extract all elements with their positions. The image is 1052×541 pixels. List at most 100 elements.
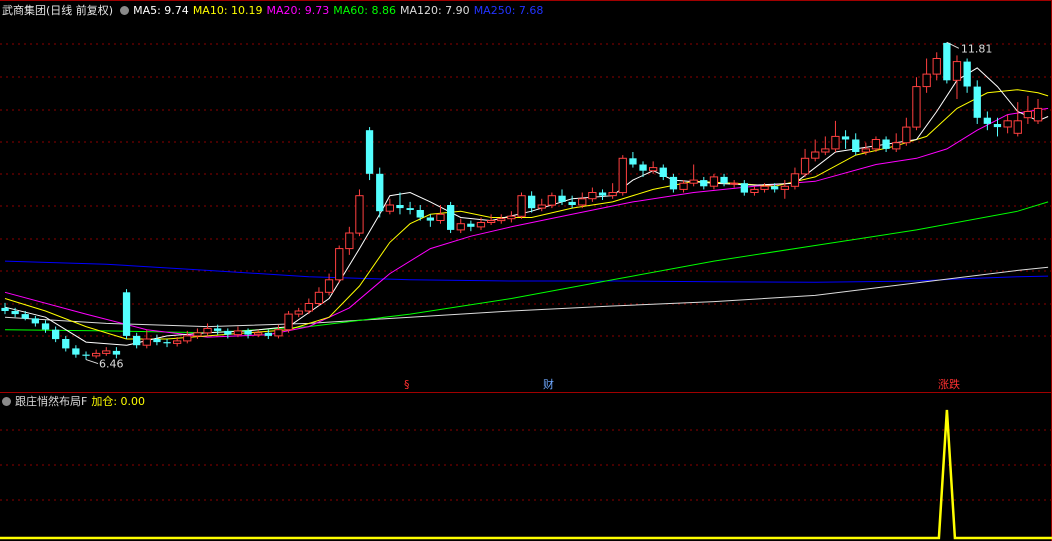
candle-body-up [355,195,364,234]
candle-body-down [983,117,991,124]
candle-body-down [153,339,161,343]
candle-body-down [943,42,951,81]
candle-body-up [831,135,840,150]
candle-body-up [314,291,324,304]
candle-body-up [304,303,314,312]
candle-body-up [547,195,557,206]
ma10-label: MA10: 10.19 [192,4,263,17]
candle-body-down [163,342,171,344]
candle-body-up [871,139,881,150]
candle-body-down [993,124,1002,128]
candle-body-up [203,327,212,334]
candle-body-up [476,222,486,228]
candle-body-up [142,338,151,346]
candle-body-down [882,139,890,149]
candle-body-up [811,151,820,159]
candle-body-up [335,248,344,281]
candle-body-down [528,195,536,209]
candle-body-down [376,173,384,212]
candle-body-up [730,182,739,185]
candle-body-down [31,318,39,324]
candle-body-down [720,176,728,184]
candle-body-up [861,148,871,153]
ma60-label: MA60: 8.86 [333,4,396,17]
event-marker-zhangdie: 涨跌 [938,377,960,391]
candle-body-up [821,148,830,153]
candle-body-up [324,279,334,293]
ma120-line [4,266,1049,328]
candle-body-down [416,210,424,218]
candle-body-up [173,340,182,344]
indicator-legend: 跟庄悄然布局F 加仓: 0.00 [2,395,149,409]
candle-body-up [294,310,303,315]
candle-body-down [1,307,9,311]
candle-body-up [497,218,506,222]
indicator-title: 跟庄悄然布局F [15,395,88,408]
indicator-value: 加仓: 0.00 [91,395,146,408]
event-marker-s: § [404,378,410,391]
candle-body-up [679,182,688,190]
candle-body-up [102,350,111,354]
candle-body-down [214,328,222,331]
candle-body-up [608,192,617,197]
candle-body-down [406,208,414,210]
candle-body-up [800,157,810,175]
high-price-label: 11.81 [961,42,993,55]
candle-body-down [568,201,576,205]
candle-body-down [740,183,748,193]
candle-body-down [771,186,779,190]
candle-body-down [396,205,404,209]
candle-body-down [112,350,121,355]
indicator-settings-icon[interactable] [2,397,11,406]
candle-body-down [21,314,29,319]
low-arrow [85,359,99,365]
candle-body-up [649,167,658,172]
candle-body-up [284,313,293,331]
candle-body-up [456,223,465,231]
candle-body-down [52,329,60,340]
candle-body-down [973,86,981,118]
candle-body-up [233,330,243,336]
candle-body-up [780,185,790,190]
candle-body-down [122,292,131,336]
candle-body-up [578,198,587,206]
candle-body-down [224,330,232,335]
candle-body-down [133,335,141,346]
candle-body-up [618,157,627,194]
candle-body-up [760,185,769,190]
candle-body-down [447,205,455,230]
candle-body-up [507,215,516,220]
candle-body-down [426,217,434,221]
ma250-label: MA250: 7.68 [473,4,544,17]
candle-body-down [82,354,90,356]
candle-body-down [11,311,19,315]
candle-body-up [436,213,445,222]
candle-body-down [963,61,971,87]
ma250-line [4,260,1049,283]
candle-body-up [932,58,941,75]
ma20-line [4,107,1049,338]
candle-body-up [487,220,496,224]
ma20-label: MA20: 9.73 [266,4,330,17]
candle-body-down [365,130,374,174]
candle-body-up [92,352,101,357]
candle-body-down [467,223,475,227]
settings-gear-icon[interactable] [120,6,130,15]
candle-body-up [1023,111,1032,119]
candle-body-up [709,176,719,187]
candle-body-up [254,332,263,336]
ma5-label: MA5: 9.74 [133,4,189,17]
candle-body-down [700,180,708,187]
stock-chart-window: 11.81 6.46 § 财 涨跌 武商集团(日线 前复权) MA5: 9.74 MA10:… [0,0,1052,541]
price-chart: 11.81 6.46 § 财 涨跌 [0,0,1052,541]
candle-body-up [193,332,202,337]
candle-body-up [922,73,931,88]
candle-body-down [598,192,607,196]
ma120-label: MA120: 7.90 [399,4,470,17]
candle-body-down [558,195,566,202]
candle-body-up [345,232,354,250]
candle-body-down [244,330,252,335]
candle-body-up [537,204,546,209]
candle-body-down [41,323,50,330]
candle-body-down [264,332,272,336]
